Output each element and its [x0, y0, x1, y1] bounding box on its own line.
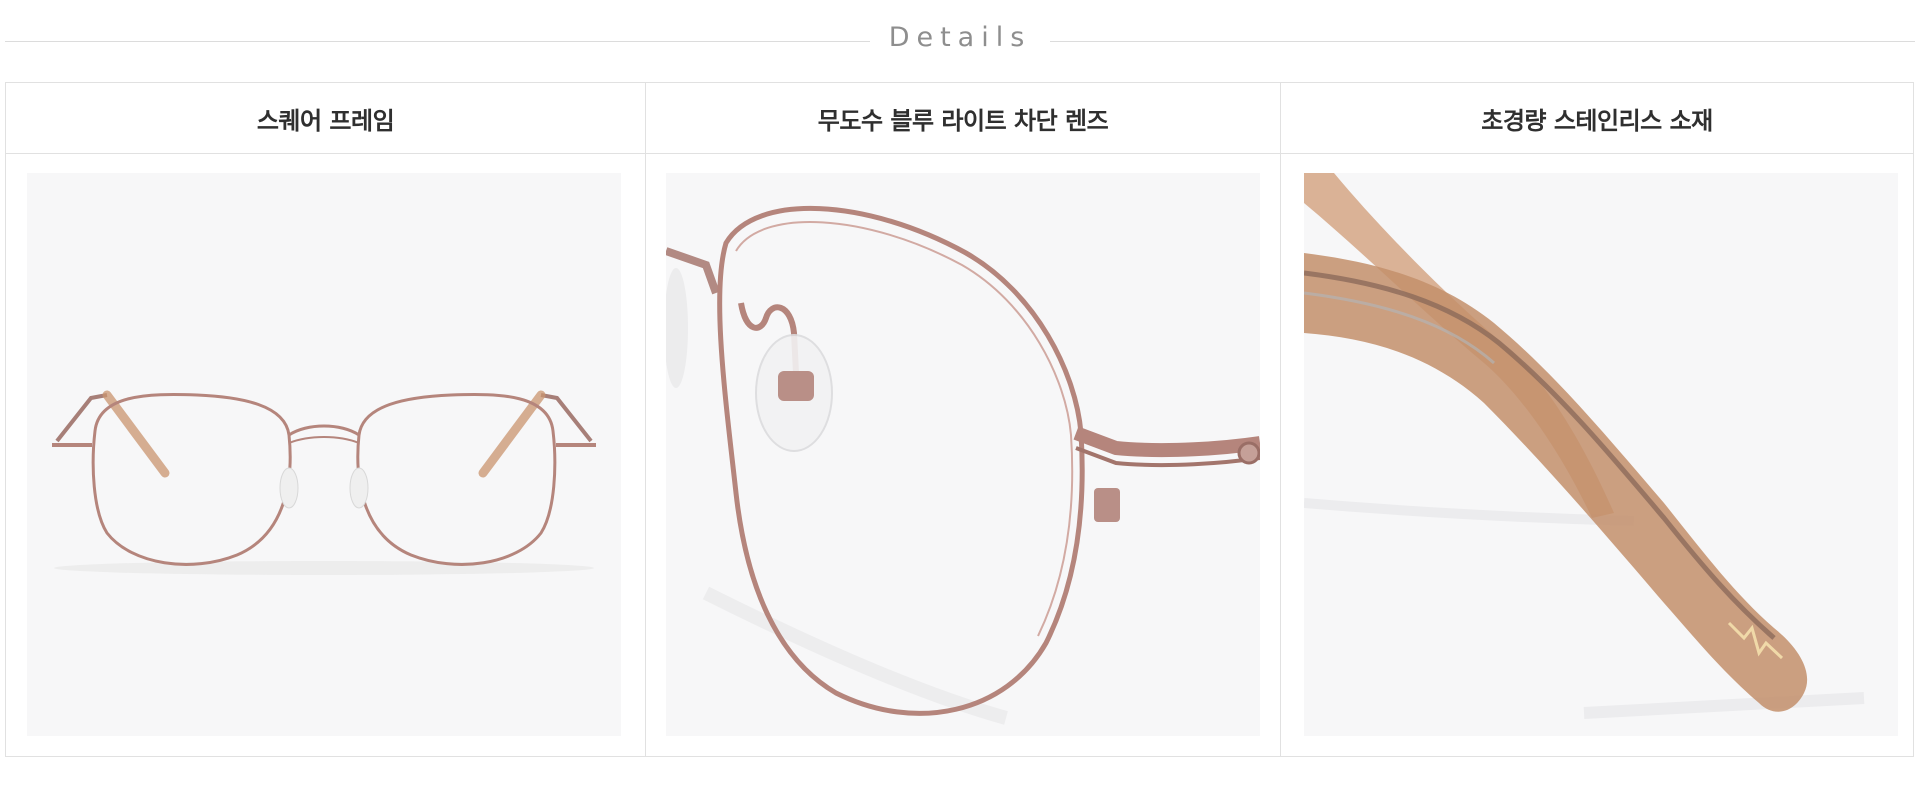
section-title: Details: [888, 22, 1032, 53]
column-heading: 초경량 스테인리스 소재: [1281, 83, 1913, 154]
product-photo-lens: [666, 173, 1260, 736]
details-grid: 스퀘어 프레임 무도수 블루 라이트 차단 렌즈 초경량 스테인리스 소재: [5, 82, 1914, 757]
detail-column-square-frame: 스퀘어 프레임: [6, 83, 646, 756]
column-heading: 스퀘어 프레임: [6, 83, 645, 154]
product-photo-front: [27, 173, 621, 736]
details-header: Details: [0, 0, 1920, 82]
detail-column-stainless-material: 초경량 스테인리스 소재: [1281, 83, 1913, 756]
glasses-front-image: [52, 390, 596, 575]
temple-closeup-image: [1304, 173, 1865, 719]
header-divider-right: [1050, 41, 1915, 42]
lens-closeup-image: [666, 205, 1260, 725]
column-heading: 무도수 블루 라이트 차단 렌즈: [646, 83, 1280, 154]
detail-column-blue-light-lens: 무도수 블루 라이트 차단 렌즈: [646, 83, 1281, 756]
product-photo-temple: [1304, 173, 1898, 736]
header-divider-left: [5, 41, 870, 42]
